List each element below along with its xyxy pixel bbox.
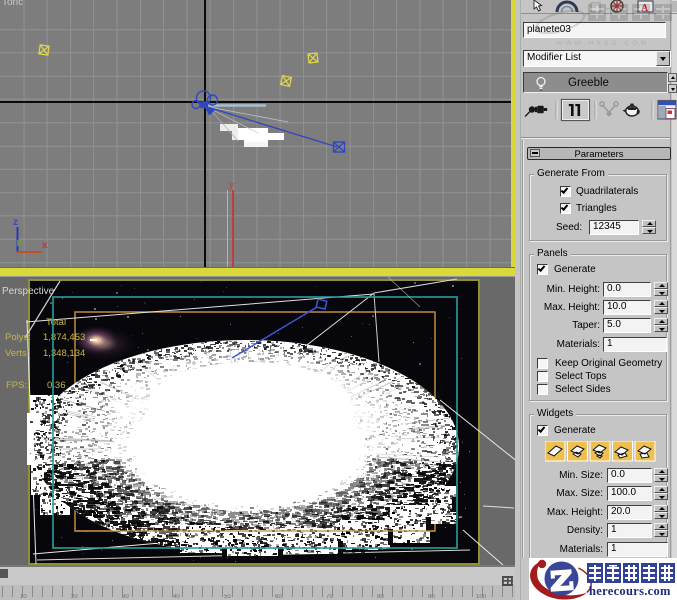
svg-text:Toric: Toric (2, 0, 23, 8)
svg-text:z: z (13, 217, 18, 228)
svg-text:x: x (42, 240, 48, 251)
svg-text:herecours.com: herecours.com (589, 584, 671, 598)
svg-text:Perspective: Perspective (2, 286, 55, 297)
svg-text:1,874,453: 1,874,453 (43, 332, 85, 343)
svg-text:1,348,134: 1,348,134 (43, 348, 85, 359)
svg-text:y: y (228, 179, 234, 191)
svg-text:0.36: 0.36 (47, 380, 66, 391)
svg-text:Total: Total (46, 317, 66, 328)
svg-text:A: A (641, 3, 649, 13)
svg-text:Polys:: Polys: (5, 332, 31, 343)
svg-text:Verts:: Verts: (5, 348, 29, 359)
svg-text:FPS:: FPS: (6, 380, 27, 391)
